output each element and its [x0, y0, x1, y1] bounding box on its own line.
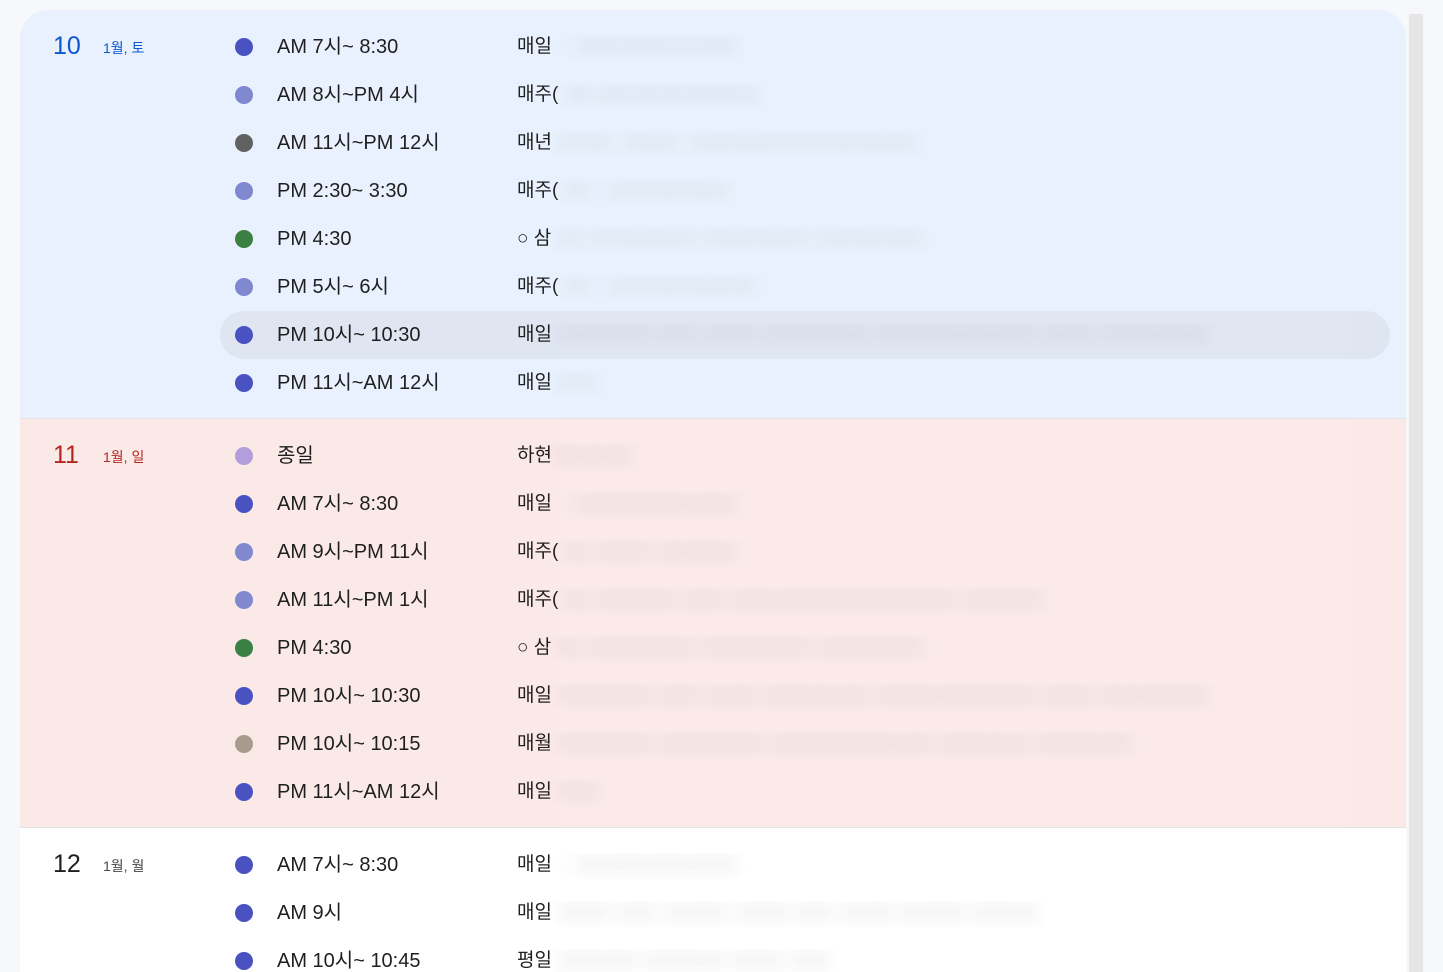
- event-time: AM 7시~ 8:30: [277, 493, 399, 515]
- event-row[interactable]: PM 11시~AM 12시 매일 ░░░: [220, 768, 1390, 816]
- calendar-color-dot: [235, 447, 253, 465]
- event-time: PM 2:30~ 3:30: [277, 180, 408, 202]
- event-title: 매일 ·· ░░░░░░░░░░░░: [517, 493, 737, 514]
- event-time: PM 11시~AM 12시: [277, 781, 440, 803]
- event-time: PM 4:30: [277, 228, 352, 250]
- event-row[interactable]: AM 9시 매일 ░░░░ ░░░ ░░░░░ ░░░░ ░░░ ░░░░ ░░░…: [220, 889, 1390, 937]
- day-month-weekday: 1월, 일: [103, 449, 145, 465]
- calendar-color-dot: [235, 783, 253, 801]
- event-title: 평일 ░░░░░░ ░░░░░░ ░░░░ ░░░: [517, 950, 829, 971]
- event-time: PM 5시~ 6시: [277, 276, 389, 298]
- event-row[interactable]: AM 7시~ 8:30 매일 ·· ░░░░░░░░░░░░: [220, 841, 1390, 889]
- day-month-weekday: 1월, 월: [103, 858, 145, 874]
- event-title: 매월 ░░░░░░░ ░░░░░░░░ ░░░░░░░░░░░░ ░░░░░░░…: [517, 733, 1131, 754]
- event-time: AM 9시~PM 11시: [277, 541, 429, 563]
- calendar-schedule-view: 10 1월, 토 AM 7시~ 8:30 매일 ·· ░░░░░░░░░░░░ A…: [0, 0, 1443, 972]
- event-row[interactable]: PM 10시~ 10:30 매일 ░░░░░░░ ░░░ ░░░░ ░░░░░░░…: [220, 672, 1390, 720]
- event-title: 매주( ░░ · ░░░░░░░░░: [517, 180, 729, 201]
- event-title: 매일 ·· ░░░░░░░░░░░░: [517, 36, 737, 57]
- calendar-color-dot: [235, 687, 253, 705]
- calendar-color-dot: [235, 952, 253, 970]
- event-title: 매주( ░░ ░░░░ ░░░░░░: [517, 541, 736, 562]
- day-header[interactable]: 11 1월, 일: [20, 419, 220, 469]
- event-row[interactable]: PM 4:30 ○ 삼 ░░ ░░░░░░░░ ░░░░░░░░ ░░░░░░░░: [220, 624, 1390, 672]
- event-title: 매일 ░░░░░░░ ░░░ ░░░░ ░░░░░░░░ ░░░░░░░░░░░…: [517, 685, 1209, 706]
- event-row[interactable]: AM 9시~PM 11시 매주( ░░ ░░░░ ░░░░░░: [220, 528, 1390, 576]
- event-row[interactable]: AM 11시~PM 12시 매년 ░░░░ ·░░░░· ░░░░░░░░░░░░…: [220, 119, 1390, 167]
- event-title: ○ 삼 ░░ ░░░░░░░░ ░░░░░░░░ ░░░░░░░░: [517, 228, 923, 249]
- event-row[interactable]: AM 8시~PM 4시 매주( ░░·░░░░░░░░░░░░: [220, 71, 1390, 119]
- day-header[interactable]: 10 1월, 토: [20, 10, 220, 60]
- event-list: AM 7시~ 8:30 매일 ·· ░░░░░░░░░░░░ AM 9시 매일 ░░…: [20, 828, 1406, 972]
- event-title: ○ 삼 ░░ ░░░░░░░░ ░░░░░░░░ ░░░░░░░░: [517, 637, 923, 658]
- event-row[interactable]: PM 2:30~ 3:30 매주( ░░ · ░░░░░░░░░: [220, 167, 1390, 215]
- event-title: 하현░░░░░░: [517, 445, 633, 466]
- event-title: 매일 ·· ░░░░░░░░░░░░: [517, 854, 737, 875]
- calendar-color-dot: [235, 326, 253, 344]
- event-list: AM 7시~ 8:30 매일 ·· ░░░░░░░░░░░░ AM 8시~PM 4…: [20, 10, 1406, 407]
- calendar-color-dot: [235, 134, 253, 152]
- day-section-10: 10 1월, 토 AM 7시~ 8:30 매일 ·· ░░░░░░░░░░░░ A…: [20, 10, 1406, 419]
- calendar-color-dot: [235, 735, 253, 753]
- calendar-color-dot: [235, 591, 253, 609]
- event-time: 종일: [277, 445, 314, 467]
- event-time: AM 7시~ 8:30: [277, 36, 399, 58]
- event-row[interactable]: PM 4:30 ○ 삼 ░░ ░░░░░░░░ ░░░░░░░░ ░░░░░░░░: [220, 215, 1390, 263]
- day-header[interactable]: 12 1월, 월: [20, 828, 220, 878]
- event-time: PM 10시~ 10:30: [277, 685, 421, 707]
- calendar-color-dot: [235, 374, 253, 392]
- calendar-color-dot: [235, 86, 253, 104]
- event-row[interactable]: PM 5시~ 6시 매주( ░░ · ░░░░░░░░░░░: [220, 263, 1390, 311]
- event-time: PM 10시~ 10:30: [277, 324, 421, 346]
- event-row[interactable]: AM 7시~ 8:30 매일 ·· ░░░░░░░░░░░░: [220, 23, 1390, 71]
- day-number[interactable]: 11: [53, 441, 79, 469]
- event-time: AM 8시~PM 4시: [277, 84, 419, 106]
- event-title: 매년 ░░░░ ·░░░░· ░░░░░░░░░░░░░░░░░: [517, 132, 917, 153]
- event-title: 매주( ░░·░░░░░░░░░░░░: [517, 84, 759, 105]
- calendar-color-dot: [235, 278, 253, 296]
- event-title: 매주( ░░ · ░░░░░░░░░░░: [517, 276, 756, 297]
- event-time: AM 10시~ 10:45: [277, 950, 421, 972]
- calendar-color-dot: [235, 856, 253, 874]
- calendar-color-dot: [235, 495, 253, 513]
- event-title: 매주( ░░ ░░░░░░ ░░░ ░░░░░░░░░░░░░░░░░ ░░░░…: [517, 589, 1043, 610]
- event-time: AM 11시~PM 12시: [277, 132, 440, 154]
- vertical-scrollbar[interactable]: [1409, 14, 1423, 972]
- event-row-hovered[interactable]: PM 10시~ 10:30 매일 ░░░░░░░ ░░░ ░░░░ ░░░░░░░…: [220, 311, 1390, 359]
- event-time: AM 9시: [277, 902, 343, 924]
- calendar-color-dot: [235, 639, 253, 657]
- calendar-color-dot: [235, 230, 253, 248]
- event-time: PM 10시~ 10:15: [277, 733, 421, 755]
- event-title: 매일 ░░░: [517, 781, 598, 802]
- event-title: 매일 ░░░░░░░ ░░░ ░░░░ ░░░░░░░░ ░░░░░░░░░░░…: [517, 324, 1209, 345]
- day-number[interactable]: 10: [53, 32, 81, 60]
- event-title: 매일 ░░░: [517, 372, 598, 393]
- event-time: PM 4:30: [277, 637, 352, 659]
- event-time: PM 11시~AM 12시: [277, 372, 440, 394]
- day-number[interactable]: 12: [53, 850, 81, 878]
- event-row[interactable]: AM 10시~ 10:45 평일 ░░░░░░ ░░░░░░ ░░░░ ░░░: [220, 937, 1390, 972]
- event-row[interactable]: AM 7시~ 8:30 매일 ·· ░░░░░░░░░░░░: [220, 480, 1390, 528]
- schedule-panel: 10 1월, 토 AM 7시~ 8:30 매일 ·· ░░░░░░░░░░░░ A…: [20, 10, 1406, 972]
- calendar-color-dot: [235, 182, 253, 200]
- event-list: 종일 하현░░░░░░ AM 7시~ 8:30 매일 ·· ░░░░░░░░░░░░…: [20, 419, 1406, 816]
- event-row[interactable]: AM 11시~PM 1시 매주( ░░ ░░░░░░ ░░░ ░░░░░░░░░░…: [220, 576, 1390, 624]
- calendar-color-dot: [235, 904, 253, 922]
- event-row[interactable]: PM 10시~ 10:15 매월 ░░░░░░░ ░░░░░░░░ ░░░░░░░…: [220, 720, 1390, 768]
- event-row[interactable]: PM 11시~AM 12시 매일 ░░░: [220, 359, 1390, 407]
- calendar-color-dot: [235, 543, 253, 561]
- event-time: AM 7시~ 8:30: [277, 854, 399, 876]
- calendar-color-dot: [235, 38, 253, 56]
- event-title: 매일 ░░░░ ░░░ ░░░░░ ░░░░ ░░░ ░░░░ ░░░░░ ░░…: [517, 902, 1039, 923]
- day-section-12: 12 1월, 월 AM 7시~ 8:30 매일 ·· ░░░░░░░░░░░░ A…: [20, 828, 1406, 972]
- day-month-weekday: 1월, 토: [103, 40, 145, 56]
- event-time: AM 11시~PM 1시: [277, 589, 429, 611]
- event-row[interactable]: 종일 하현░░░░░░: [220, 432, 1390, 480]
- day-section-11: 11 1월, 일 종일 하현░░░░░░ AM 7시~ 8:30 매일 ·· ░░░…: [20, 419, 1406, 828]
